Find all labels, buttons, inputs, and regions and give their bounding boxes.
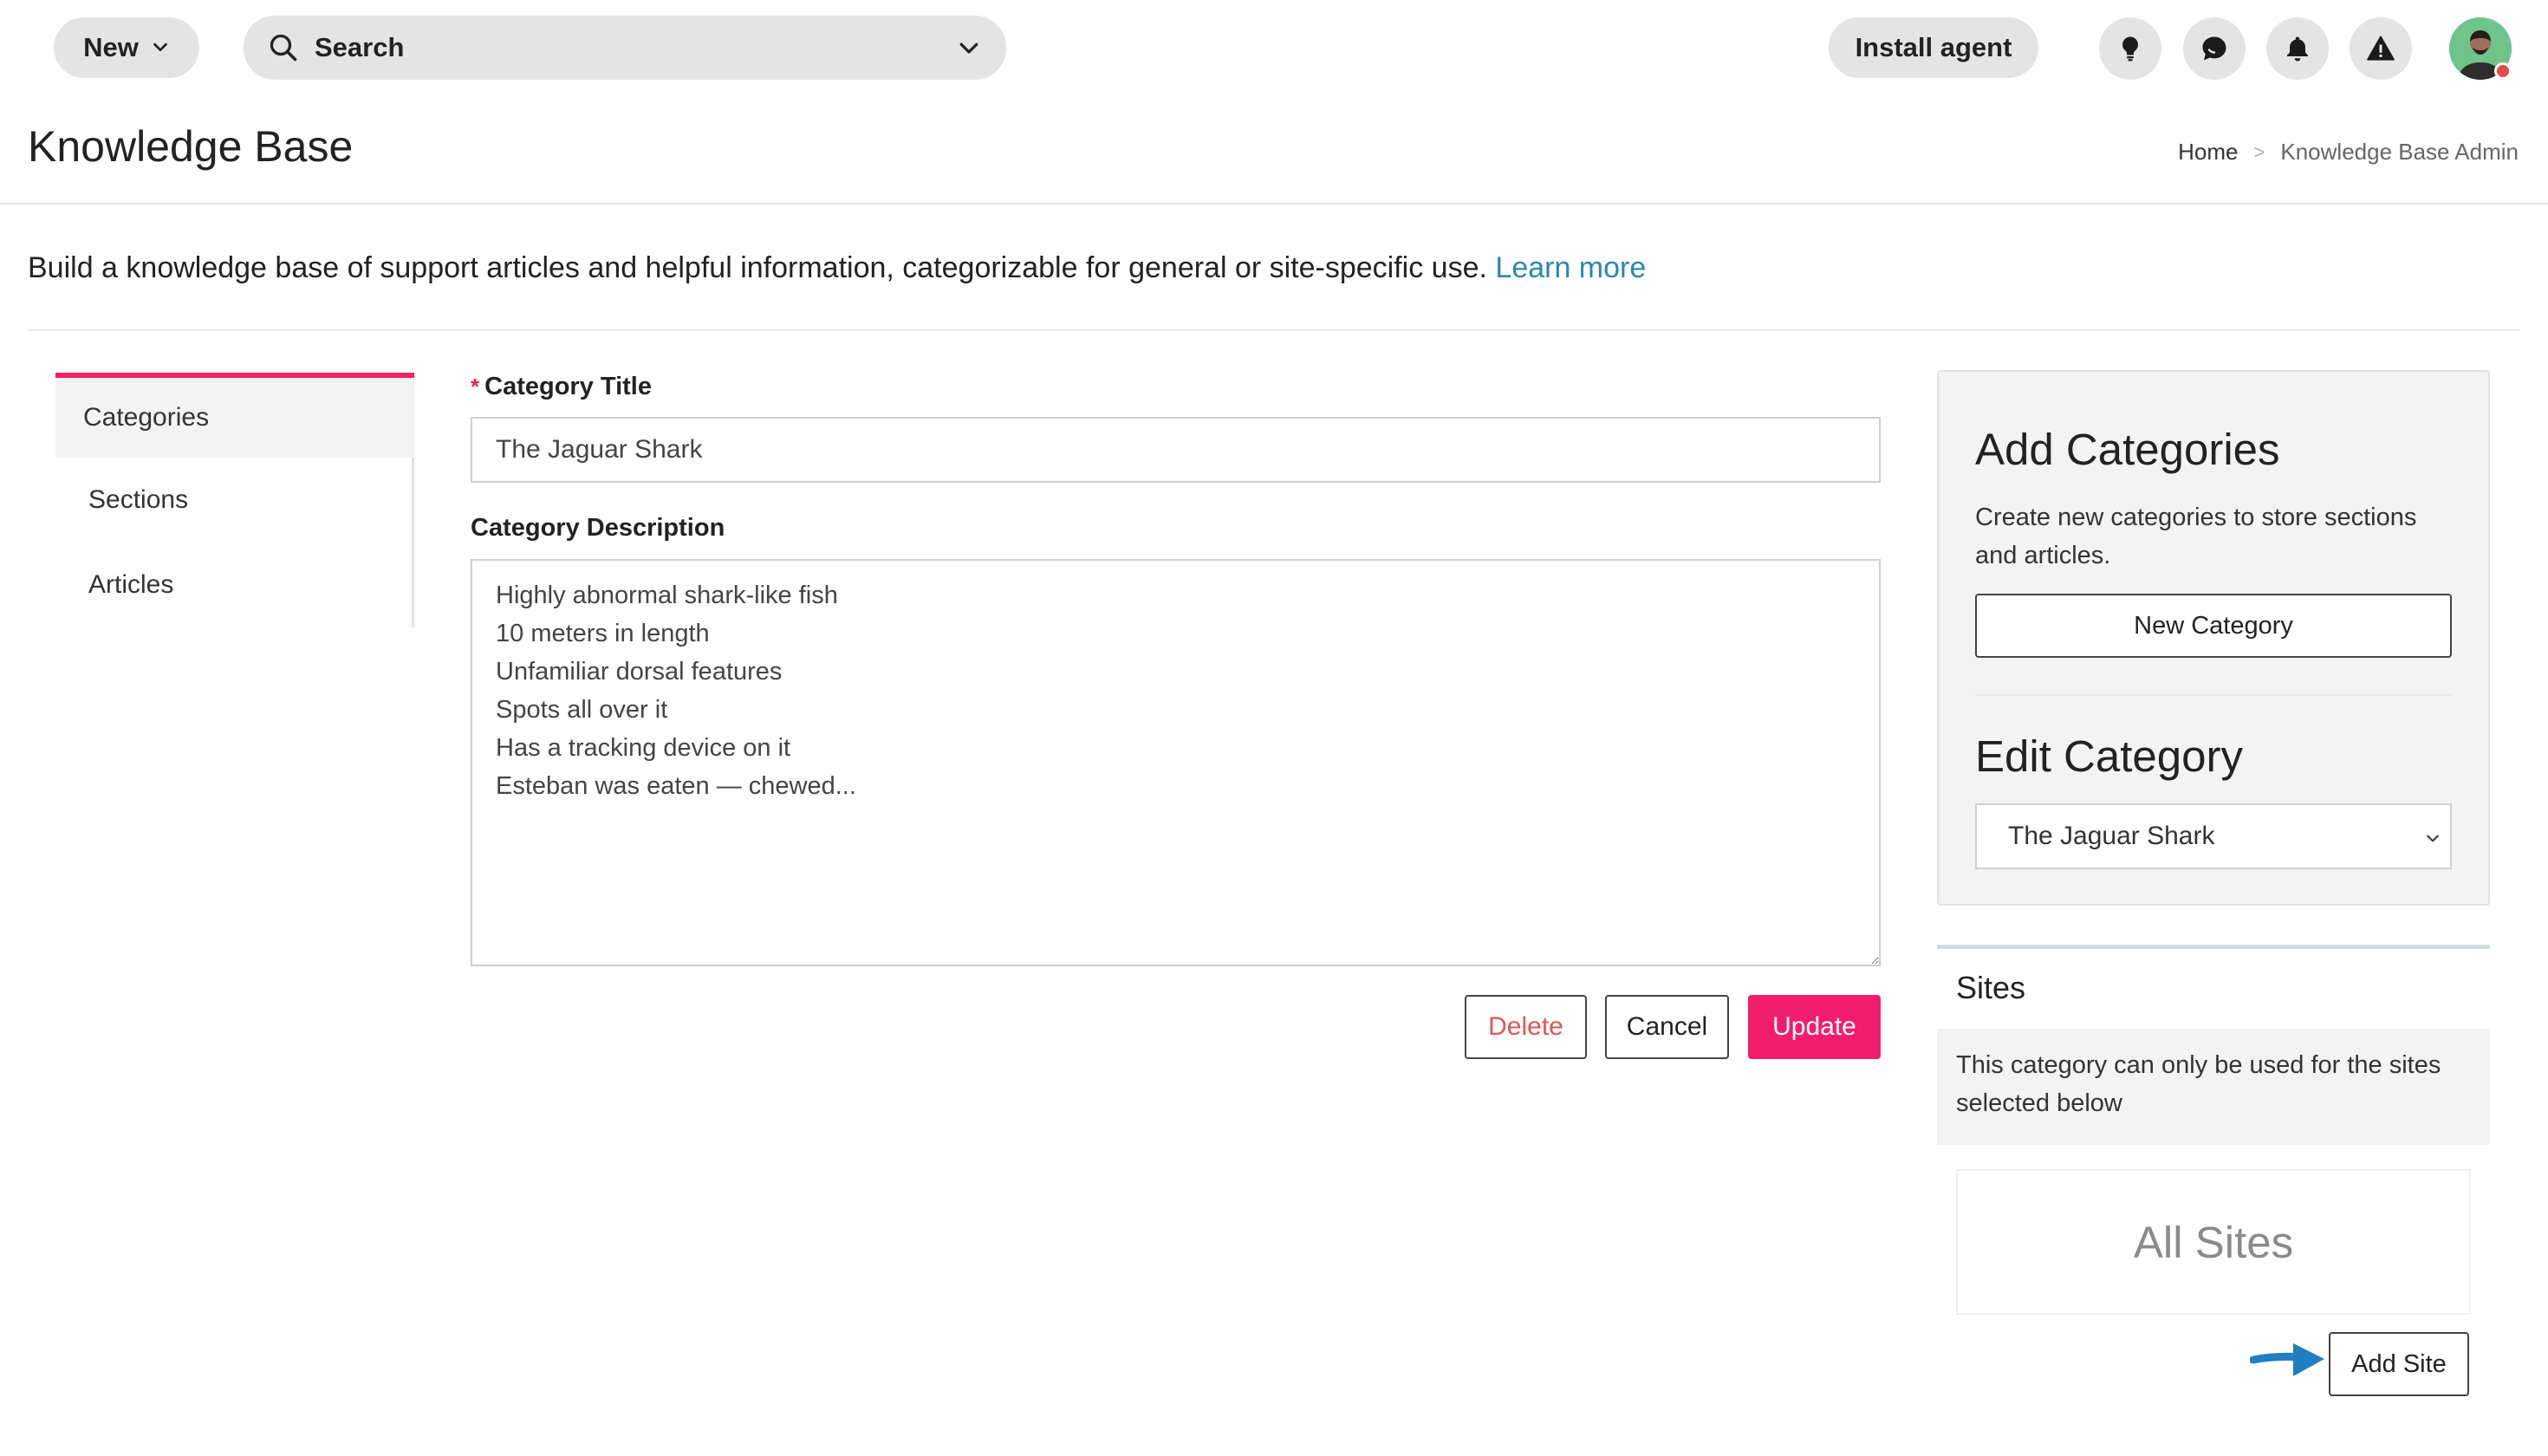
required-icon: *	[471, 374, 480, 400]
new-button-label: New	[83, 32, 139, 62]
category-title-input[interactable]	[471, 417, 1881, 483]
side-nav: Categories Sections Articles	[55, 373, 414, 631]
delete-button[interactable]: Delete	[1465, 995, 1587, 1059]
update-button[interactable]: Update	[1748, 995, 1881, 1059]
header-divider	[0, 203, 2548, 205]
breadcrumb-home-link[interactable]: Home	[2178, 139, 2238, 166]
category-title-label: * Category Title	[471, 373, 652, 401]
lightbulb-icon	[2122, 36, 2138, 62]
page-title: Knowledge Base	[28, 122, 354, 171]
search-bar[interactable]	[244, 16, 1006, 80]
new-button[interactable]: New	[54, 17, 199, 78]
sites-note: This category can only be used for the s…	[1937, 1029, 2490, 1145]
install-agent-label: Install agent	[1855, 32, 2012, 62]
breadcrumb: Home > Knowledge Base Admin	[2178, 139, 2519, 166]
chevron-down-icon	[151, 32, 170, 63]
category-title-label-text: Category Title	[484, 373, 652, 400]
warning-icon	[2367, 36, 2395, 61]
status-dot	[2494, 62, 2512, 80]
tab-articles[interactable]: Articles	[55, 543, 414, 627]
add-site-button[interactable]: Add Site	[2329, 1332, 2469, 1396]
notifications-button[interactable]	[2266, 17, 2329, 80]
breadcrumb-separator: >	[2253, 140, 2265, 163]
all-sites-box: All Sites	[1956, 1169, 2471, 1315]
chevron-down-icon	[2427, 835, 2439, 842]
edit-category-select[interactable]: The Jaguar Shark	[1975, 803, 2452, 869]
new-category-button[interactable]: New Category	[1975, 594, 2452, 658]
edit-category-heading: Edit Category	[1975, 731, 2243, 781]
alerts-button[interactable]	[2350, 17, 2412, 80]
learn-more-link[interactable]: Learn more	[1495, 251, 1646, 284]
chevron-down-icon[interactable]	[956, 35, 982, 61]
tips-button[interactable]	[2099, 17, 2161, 80]
breadcrumb-current: Knowledge Base Admin	[2280, 139, 2519, 165]
search-input[interactable]	[315, 32, 956, 63]
chat-button[interactable]	[2183, 17, 2246, 80]
sites-panel: Sites This category can only be used for…	[1937, 945, 2490, 1413]
all-sites-label: All Sites	[2133, 1217, 2294, 1267]
search-icon	[268, 32, 299, 63]
cancel-button[interactable]: Cancel	[1605, 995, 1729, 1059]
chat-icon	[2202, 36, 2226, 61]
arrow-right-icon	[2250, 1343, 2324, 1376]
intro-divider	[28, 329, 2520, 331]
intro-description: Build a knowledge base of support articl…	[28, 251, 1487, 284]
category-description-input[interactable]: Highly abnormal shark-like fish 10 meter…	[471, 559, 1881, 966]
edit-category-selected: The Jaguar Shark	[2008, 822, 2215, 850]
intro-text: Build a knowledge base of support articl…	[28, 251, 1646, 285]
category-description-label: Category Description	[471, 514, 725, 542]
bell-icon	[2287, 36, 2308, 62]
panel-divider	[1975, 694, 2452, 696]
install-agent-button[interactable]: Install agent	[1829, 17, 2038, 78]
tab-categories[interactable]: Categories	[55, 373, 414, 458]
sites-heading: Sites	[1956, 970, 2026, 1005]
add-categories-description: Create new categories to store sections …	[1975, 504, 2417, 569]
add-categories-heading: Add Categories	[1975, 425, 2280, 474]
category-panel: Add Categories Create new categories to …	[1937, 370, 2490, 906]
tab-sections[interactable]: Sections	[55, 458, 414, 543]
